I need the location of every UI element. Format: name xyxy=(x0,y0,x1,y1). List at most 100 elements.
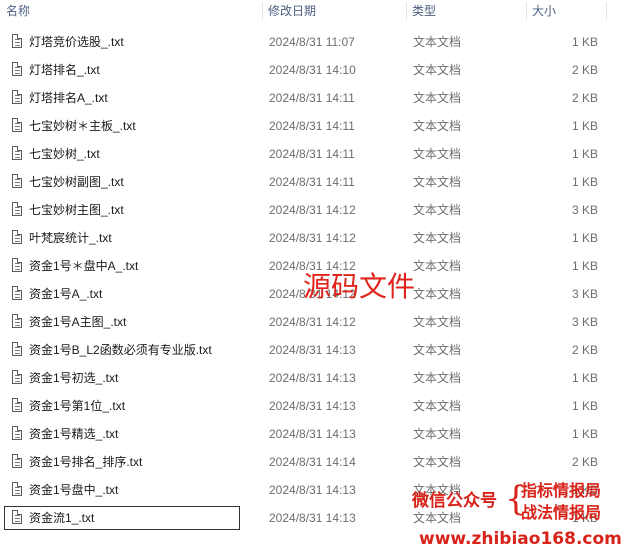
file-type: 文本文档 xyxy=(413,175,462,189)
file-modified-date: 2024/8/31 14:13 xyxy=(269,399,356,413)
file-size: 3 KB xyxy=(571,203,598,217)
text-file-icon xyxy=(12,118,22,132)
file-type: 文本文档 xyxy=(413,427,462,441)
file-name: 资金1号第1位_.txt xyxy=(29,399,126,413)
column-header-bar: 名称 修改日期 类型 大小 xyxy=(0,0,625,22)
file-name: 叶梵宸统计_.txt xyxy=(29,231,112,245)
file-name: 资金流1_.txt xyxy=(29,511,95,525)
file-name: 灯塔排名A_.txt xyxy=(29,91,108,105)
file-type: 文本文档 xyxy=(413,399,462,413)
file-size: 1 KB xyxy=(571,175,598,189)
file-type: 文本文档 xyxy=(413,315,462,329)
file-row[interactable]: 资金1号初选_.txt 2024/8/31 14:13 文本文档 1 KB xyxy=(0,364,625,392)
file-name: 资金1号盘中_.txt xyxy=(29,483,119,497)
watermark-wechat-label: 微信公众号 xyxy=(412,491,497,511)
file-name: 灯塔竞价选股_.txt xyxy=(29,35,124,49)
file-type: 文本文档 xyxy=(413,287,462,301)
file-size: 2 KB xyxy=(571,91,598,105)
file-size: 2 KB xyxy=(571,63,598,77)
column-header-name[interactable]: 名称 xyxy=(0,0,262,22)
watermark-center-text: 源码文件 xyxy=(303,270,416,303)
file-type: 文本文档 xyxy=(413,259,462,273)
watermark-account-names: 指标情报局 战法情报局 xyxy=(521,480,601,524)
file-size: 1 KB xyxy=(571,427,598,441)
file-size: 2 KB xyxy=(571,455,598,469)
file-modified-date: 2024/8/31 14:10 xyxy=(269,63,356,77)
file-row[interactable]: 资金1号B_L2函数必须有专业版.txt 2024/8/31 14:13 文本文档 2… xyxy=(0,336,625,364)
file-size: 2 KB xyxy=(571,343,598,357)
watermark-account-2: 战法情报局 xyxy=(521,503,602,522)
file-modified-date: 2024/8/31 14:11 xyxy=(269,91,355,105)
file-size: 1 KB xyxy=(571,399,598,413)
text-file-icon xyxy=(12,454,22,468)
text-file-icon xyxy=(12,286,22,300)
file-modified-date: 2024/8/31 14:13 xyxy=(269,427,356,441)
file-modified-date: 2024/8/31 14:14 xyxy=(269,455,356,469)
file-row[interactable]: 资金1号第1位_.txt 2024/8/31 14:13 文本文档 1 KB xyxy=(0,392,625,420)
file-name: 资金1号A_.txt xyxy=(29,287,103,301)
text-file-icon xyxy=(12,370,22,384)
file-row[interactable]: 七宝妙树_.txt 2024/8/31 14:11 文本文档 1 KB xyxy=(0,140,625,168)
text-file-icon xyxy=(12,146,22,160)
file-name: 资金1号排名_排序.txt xyxy=(29,455,143,469)
column-divider[interactable] xyxy=(606,2,607,20)
text-file-icon xyxy=(12,426,22,440)
file-size: 1 KB xyxy=(571,371,598,385)
text-file-icon xyxy=(12,174,22,188)
file-type: 文本文档 xyxy=(413,203,462,217)
file-modified-date: 2024/8/31 14:12 xyxy=(269,231,356,245)
file-name: 七宝妙树副图_.txt xyxy=(29,175,124,189)
file-size: 1 KB xyxy=(571,259,598,273)
file-size: 1 KB xyxy=(571,231,598,245)
file-modified-date: 2024/8/31 14:12 xyxy=(269,315,356,329)
file-row[interactable]: 七宝妙树副图_.txt 2024/8/31 14:11 文本文档 1 KB xyxy=(0,168,625,196)
column-header-date[interactable]: 修改日期 xyxy=(262,0,406,22)
file-name: 灯塔排名_.txt xyxy=(29,63,100,77)
file-row[interactable]: 七宝妙树主图_.txt 2024/8/31 14:12 文本文档 3 KB xyxy=(0,196,625,224)
column-header-size[interactable]: 大小 xyxy=(526,0,606,22)
file-modified-date: 2024/8/31 14:13 xyxy=(269,343,356,357)
file-modified-date: 2024/8/31 11:07 xyxy=(269,35,355,49)
file-modified-date: 2024/8/31 14:11 xyxy=(269,119,355,133)
file-modified-date: 2024/8/31 14:13 xyxy=(269,511,356,525)
file-size: 1 KB xyxy=(571,35,598,49)
text-file-icon xyxy=(12,202,22,216)
file-name: 七宝妙树_.txt xyxy=(29,147,100,161)
file-name: 资金1号初选_.txt xyxy=(29,371,119,385)
file-modified-date: 2024/8/31 14:12 xyxy=(269,203,356,217)
file-type: 文本文档 xyxy=(413,455,462,469)
file-modified-date: 2024/8/31 14:13 xyxy=(269,371,356,385)
file-name: 七宝妙树＊主板_.txt xyxy=(29,119,136,133)
file-row[interactable]: 资金1号排名_排序.txt 2024/8/31 14:14 文本文档 2 KB xyxy=(0,448,625,476)
file-modified-date: 2024/8/31 14:11 xyxy=(269,175,355,189)
watermark-url: www.zhibiao168.com xyxy=(419,529,622,549)
file-row[interactable]: 资金1号A主图_.txt 2024/8/31 14:12 文本文档 3 KB xyxy=(0,308,625,336)
file-type: 文本文档 xyxy=(413,91,462,105)
file-type: 文本文档 xyxy=(413,35,462,49)
text-file-icon xyxy=(12,230,22,244)
text-file-icon xyxy=(12,314,22,328)
file-type: 文本文档 xyxy=(413,63,462,77)
file-name: 资金1号A主图_.txt xyxy=(29,315,127,329)
file-row[interactable]: 灯塔排名_.txt 2024/8/31 14:10 文本文档 2 KB xyxy=(0,56,625,84)
text-file-icon xyxy=(12,398,22,412)
file-type: 文本文档 xyxy=(413,231,462,245)
text-file-icon xyxy=(12,482,22,496)
file-row[interactable]: 灯塔竞价选股_.txt 2024/8/31 11:07 文本文档 1 KB xyxy=(0,28,625,56)
text-file-icon xyxy=(12,62,22,76)
file-modified-date: 2024/8/31 14:11 xyxy=(269,147,355,161)
file-size: 3 KB xyxy=(571,315,598,329)
file-name: 资金1号＊盘中A_.txt xyxy=(29,259,139,273)
text-file-icon xyxy=(12,510,22,524)
file-type: 文本文档 xyxy=(413,119,462,133)
column-header-type[interactable]: 类型 xyxy=(406,0,526,22)
file-row[interactable]: 七宝妙树＊主板_.txt 2024/8/31 14:11 文本文档 1 KB xyxy=(0,112,625,140)
file-row[interactable]: 叶梵宸统计_.txt 2024/8/31 14:12 文本文档 1 KB xyxy=(0,224,625,252)
text-file-icon xyxy=(12,34,22,48)
file-row[interactable]: 资金1号精选_.txt 2024/8/31 14:13 文本文档 1 KB xyxy=(0,420,625,448)
file-row[interactable]: 灯塔排名A_.txt 2024/8/31 14:11 文本文档 2 KB xyxy=(0,84,625,112)
text-file-icon xyxy=(12,258,22,272)
file-size: 3 KB xyxy=(571,287,598,301)
file-modified-date: 2024/8/31 14:13 xyxy=(269,483,356,497)
text-file-icon xyxy=(12,342,22,356)
